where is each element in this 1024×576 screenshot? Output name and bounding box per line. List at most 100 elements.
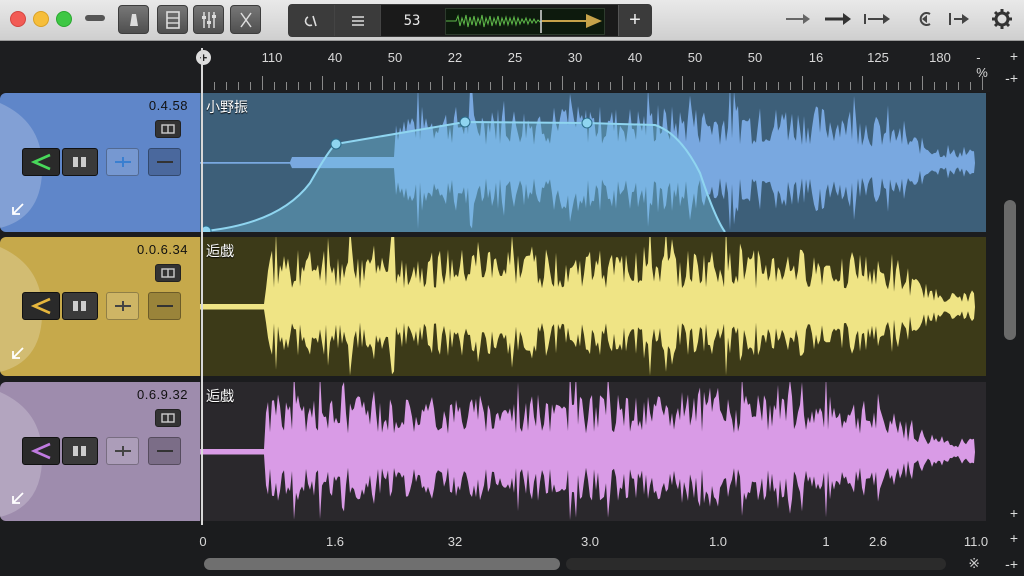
track-arm-button[interactable] — [22, 437, 60, 465]
ruler-tick — [250, 82, 251, 90]
metronome-button[interactable] — [118, 5, 149, 34]
ruler-tick — [910, 82, 911, 90]
track-mute-button[interactable] — [62, 292, 98, 320]
library-button[interactable] — [157, 5, 188, 34]
track-region-button[interactable] — [155, 264, 181, 282]
ruler-tick — [502, 76, 503, 90]
close-window-button[interactable] — [10, 11, 26, 27]
title-bar: 53 + — [0, 0, 1024, 41]
track-mute-button[interactable] — [62, 437, 98, 465]
solo-icon — [114, 157, 131, 167]
track-input-button[interactable] — [148, 437, 181, 465]
sidebar-toggle-button[interactable] — [85, 15, 105, 21]
ruler-tick — [658, 82, 659, 90]
ruler-tick — [334, 82, 335, 90]
automation-node — [581, 117, 593, 129]
track-arm-button[interactable] — [22, 292, 60, 320]
editors-button[interactable] — [230, 5, 261, 34]
track-lane[interactable]: 小野振 — [200, 93, 986, 232]
mixer-icon — [201, 11, 216, 28]
playhead[interactable] — [201, 48, 203, 530]
add-icon[interactable]: + — [1010, 530, 1018, 546]
track-region-button[interactable] — [155, 409, 181, 427]
track-region-button[interactable] — [155, 120, 181, 138]
ruler-tick — [862, 76, 863, 90]
zoom-horizontal-icon[interactable]: -+ — [1005, 556, 1018, 572]
forward-button[interactable] — [784, 8, 812, 30]
track-lane[interactable]: 逅戯 — [200, 237, 986, 376]
ruler-tick — [442, 76, 443, 90]
add-marker-icon[interactable]: + — [196, 50, 211, 65]
snap-icon[interactable]: ※ — [968, 555, 980, 572]
ruler-tick — [838, 82, 839, 90]
automation-node — [330, 138, 342, 150]
track-mute-button[interactable] — [62, 148, 98, 176]
expand-track-icon[interactable] — [10, 345, 26, 361]
ruler-label: 25 — [507, 50, 523, 65]
next-marker-icon — [949, 13, 969, 25]
go-to-end-button[interactable] — [862, 8, 892, 30]
track-arm-button[interactable] — [22, 148, 60, 176]
region-icon — [161, 268, 175, 278]
ruler-tick — [430, 82, 431, 90]
lcd-display: 53 + — [288, 4, 652, 37]
solo-icon — [114, 301, 131, 311]
settings-button[interactable] — [988, 8, 1016, 30]
arrow-right-icon — [786, 14, 810, 24]
ruler-label: 16 — [808, 50, 824, 65]
ruler-label: 50 — [387, 50, 403, 65]
track-header[interactable]: 0.0.6.34 — [0, 237, 200, 376]
arrow-right-bold-icon — [825, 13, 851, 25]
rewind-button[interactable] — [914, 8, 940, 30]
ruler-tick — [850, 82, 851, 90]
horizontal-scrollbar[interactable] — [204, 558, 560, 570]
ruler-label: 110 — [261, 50, 283, 65]
skip-end-icon — [864, 14, 890, 24]
timeline-ruler[interactable]: 110 40 50 22 25 30 40 50 50 16 125 180 -… — [200, 42, 990, 92]
region-icon — [161, 413, 175, 423]
bottom-ruler-label: 1 — [822, 534, 830, 549]
track-solo-button[interactable] — [106, 148, 139, 176]
mixer-button[interactable] — [193, 5, 224, 34]
region-icon — [161, 124, 175, 134]
track-solo-button[interactable] — [106, 292, 139, 320]
expand-track-icon[interactable] — [10, 201, 26, 217]
ruler-tick — [622, 76, 623, 90]
track-input-button[interactable] — [148, 292, 181, 320]
vertical-scrollbar[interactable] — [1004, 200, 1016, 340]
list-button[interactable] — [335, 5, 381, 36]
chevron-left-icon — [30, 297, 51, 315]
ruler-tick — [814, 82, 815, 90]
track-header[interactable]: 0.6.9.32 — [0, 382, 200, 521]
zoom-window-button[interactable] — [56, 11, 72, 27]
horizontal-scroll-track[interactable] — [566, 558, 946, 570]
add-button[interactable]: + — [618, 5, 651, 36]
track-lane[interactable]: 逅戯 — [200, 382, 986, 521]
cycle-toggle[interactable] — [289, 5, 335, 36]
track-input-button[interactable] — [148, 148, 181, 176]
expand-track-icon[interactable] — [10, 490, 26, 506]
track-solo-button[interactable] — [106, 437, 139, 465]
ruler-label: 180 — [929, 50, 951, 65]
ruler-tick — [298, 82, 299, 90]
ruler-tick — [958, 82, 959, 90]
ruler-tick — [526, 82, 527, 90]
audio-waveform — [200, 382, 975, 521]
ruler-tick — [790, 82, 791, 90]
track-time: 0.6.9.32 — [137, 387, 188, 402]
ruler-label: 30 — [567, 50, 583, 65]
track-time: 0.0.6.34 — [137, 242, 188, 257]
ruler-tick — [358, 82, 359, 90]
ruler-tick — [766, 82, 767, 90]
ruler-tick — [310, 82, 311, 90]
minimize-window-button[interactable] — [33, 11, 49, 27]
add-track-icon[interactable]: + — [1010, 48, 1018, 64]
add-icon[interactable]: + — [1010, 505, 1018, 521]
ruler-tick — [826, 82, 827, 90]
mini-waveform-overview[interactable] — [445, 8, 605, 35]
forward-bold-button[interactable] — [822, 8, 854, 30]
next-marker-button[interactable] — [946, 8, 972, 30]
ruler-tick — [874, 82, 875, 90]
track-header[interactable]: 0.4.58 — [0, 93, 200, 232]
zoom-vertical-icon[interactable]: -+ — [1005, 70, 1018, 86]
